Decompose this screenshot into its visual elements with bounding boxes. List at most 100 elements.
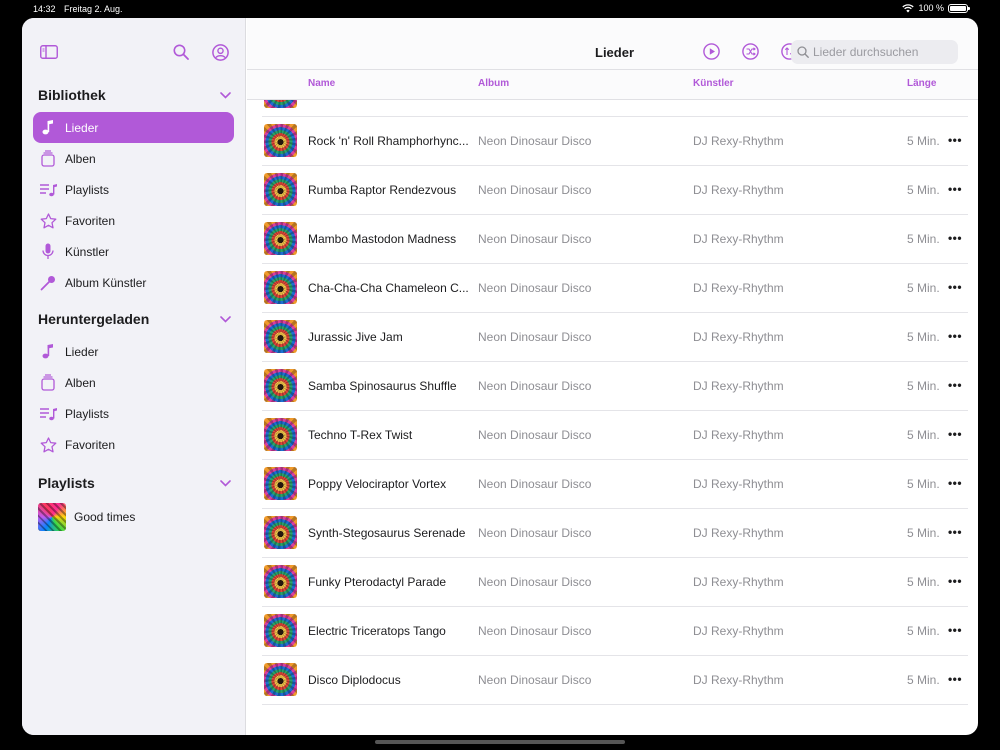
wifi-icon [902,3,915,12]
song-length: 5 Min. [907,281,940,295]
song-row[interactable]: Cha-Cha-Cha Chameleon C... Neon Dinosaur … [247,264,978,313]
song-artist[interactable]: DJ Rexy-Rhythm [693,526,784,540]
sidebar-item-lieder[interactable]: Lieder [33,112,234,143]
more-options-icon[interactable]: ••• [947,328,963,344]
column-header-album[interactable]: Album [478,78,509,89]
column-header-artist[interactable]: Künstler [693,78,734,89]
section-header-heruntergeladen[interactable]: Heruntergeladen [22,306,245,332]
song-artist[interactable]: DJ Rexy-Rhythm [693,673,784,687]
song-album[interactable]: Neon Dinosaur Disco [478,281,591,295]
sidebar-item-label: Good times [74,510,136,524]
more-options-icon[interactable]: ••• [947,279,963,295]
album-cover [264,320,297,353]
song-row[interactable]: Poppy Velociraptor Vortex Neon Dinosaur D… [247,460,978,509]
more-options-icon[interactable]: ••• [947,132,963,148]
song-album[interactable]: Neon Dinosaur Disco [478,575,591,589]
search-input[interactable] [813,45,953,59]
song-artist[interactable]: DJ Rexy-Rhythm [693,624,784,638]
partial-row [247,100,978,117]
album-cover [264,222,297,255]
sidebar-item-downloaded-alben[interactable]: Alben [33,367,234,398]
song-artist[interactable]: DJ Rexy-Rhythm [693,330,784,344]
song-row[interactable]: Electric Triceratops Tango Neon Dinosaur … [247,607,978,656]
more-options-icon[interactable]: ••• [947,671,963,687]
mic-stand-icon [39,274,57,292]
play-icon[interactable] [702,42,720,60]
search-icon[interactable] [171,42,191,62]
song-name: Cha-Cha-Cha Chameleon C... [308,281,468,295]
sidebar-item-label: Alben [65,375,96,390]
song-artist[interactable]: DJ Rexy-Rhythm [693,281,784,295]
song-length: 5 Min. [907,575,940,589]
column-header-length[interactable]: Länge [907,78,936,89]
column-header-name[interactable]: Name [308,78,335,89]
song-album[interactable]: Neon Dinosaur Disco [478,134,591,148]
sidebar-item-alben[interactable]: Alben [33,143,234,174]
song-album[interactable]: Neon Dinosaur Disco [478,428,591,442]
song-artist[interactable]: DJ Rexy-Rhythm [693,183,784,197]
sidebar-item-label: Lieder [65,344,99,359]
song-row[interactable]: Techno T-Rex Twist Neon Dinosaur Disco DJ … [247,411,978,460]
account-icon[interactable] [210,42,230,62]
song-row[interactable]: Funky Pterodactyl Parade Neon Dinosaur Di… [247,558,978,607]
song-album[interactable]: Neon Dinosaur Disco [478,330,591,344]
song-list[interactable]: Rock 'n' Roll Rhamphorhync... Neon Dinosa… [247,100,978,735]
sidebar-item-album-kuenstler[interactable]: Album Künstler [33,267,234,298]
song-artist[interactable]: DJ Rexy-Rhythm [693,379,784,393]
song-album[interactable]: Neon Dinosaur Disco [478,379,591,393]
sidebar-toggle-icon[interactable] [39,42,59,62]
sidebar-item-downloaded-favoriten[interactable]: Favoriten [33,429,234,460]
chevron-down-icon [220,315,231,323]
song-album[interactable]: Neon Dinosaur Disco [478,624,591,638]
song-row[interactable]: Rock 'n' Roll Rhamphorhync... Neon Dinosa… [247,117,978,166]
song-album[interactable]: Neon Dinosaur Disco [478,232,591,246]
song-row[interactable]: Rumba Raptor Rendezvous Neon Dinosaur Dis… [247,166,978,215]
page-title: Lieder [595,45,635,60]
sidebar-item-kuenstler[interactable]: Künstler [33,236,234,267]
more-options-icon[interactable]: ••• [947,524,963,540]
song-artist[interactable]: DJ Rexy-Rhythm [693,428,784,442]
section-header-bibliothek[interactable]: Bibliothek [22,82,245,108]
song-album[interactable]: Neon Dinosaur Disco [478,183,591,197]
song-row[interactable]: Disco Diplodocus Neon Dinosaur Disco DJ Re… [247,656,978,705]
song-name: Disco Diplodocus [308,673,401,687]
sidebar-item-downloaded-playlists[interactable]: Playlists [33,398,234,429]
song-length: 5 Min. [907,526,940,540]
sidebar-item-downloaded-lieder[interactable]: Lieder [33,336,234,367]
song-album[interactable]: Neon Dinosaur Disco [478,526,591,540]
sidebar: Bibliothek Lieder Alben Playlists Favori… [22,18,246,735]
song-length: 5 Min. [907,477,940,491]
song-artist[interactable]: DJ Rexy-Rhythm [693,575,784,589]
search-field[interactable] [791,40,958,64]
home-indicator[interactable] [375,740,625,744]
sidebar-playlist-good-times[interactable]: Good times [22,502,245,532]
shuffle-icon[interactable] [741,42,759,60]
more-options-icon[interactable]: ••• [947,181,963,197]
more-options-icon[interactable]: ••• [947,622,963,638]
song-artist[interactable]: DJ Rexy-Rhythm [693,134,784,148]
more-options-icon[interactable]: ••• [947,426,963,442]
section-header-playlists[interactable]: Playlists [22,470,245,496]
sidebar-item-label: Favoriten [65,213,116,228]
song-name: Jurassic Jive Jam [308,330,403,344]
star-icon [39,436,57,454]
song-length: 5 Min. [907,673,940,687]
song-album[interactable]: Neon Dinosaur Disco [478,673,591,687]
sidebar-item-favoriten[interactable]: Favoriten [33,205,234,236]
more-options-icon[interactable]: ••• [947,230,963,246]
more-options-icon[interactable]: ••• [947,377,963,393]
song-row[interactable]: Synth-Stegosaurus Serenade Neon Dinosaur … [247,509,978,558]
more-options-icon[interactable]: ••• [947,573,963,589]
song-artist[interactable]: DJ Rexy-Rhythm [693,477,784,491]
song-artist[interactable]: DJ Rexy-Rhythm [693,232,784,246]
row-separator [262,704,968,705]
song-row[interactable]: Jurassic Jive Jam Neon Dinosaur Disco DJ R… [247,313,978,362]
song-album[interactable]: Neon Dinosaur Disco [478,477,591,491]
sidebar-item-playlists[interactable]: Playlists [33,174,234,205]
song-length: 5 Min. [907,183,940,197]
more-options-icon[interactable]: ••• [947,475,963,491]
song-row[interactable]: Samba Spinosaurus Shuffle Neon Dinosaur D… [247,362,978,411]
music-app-window: Bibliothek Lieder Alben Playlists Favori… [22,18,978,735]
song-row[interactable]: Mambo Mastodon Madness Neon Dinosaur Disc… [247,215,978,264]
section-title: Bibliothek [38,87,106,103]
